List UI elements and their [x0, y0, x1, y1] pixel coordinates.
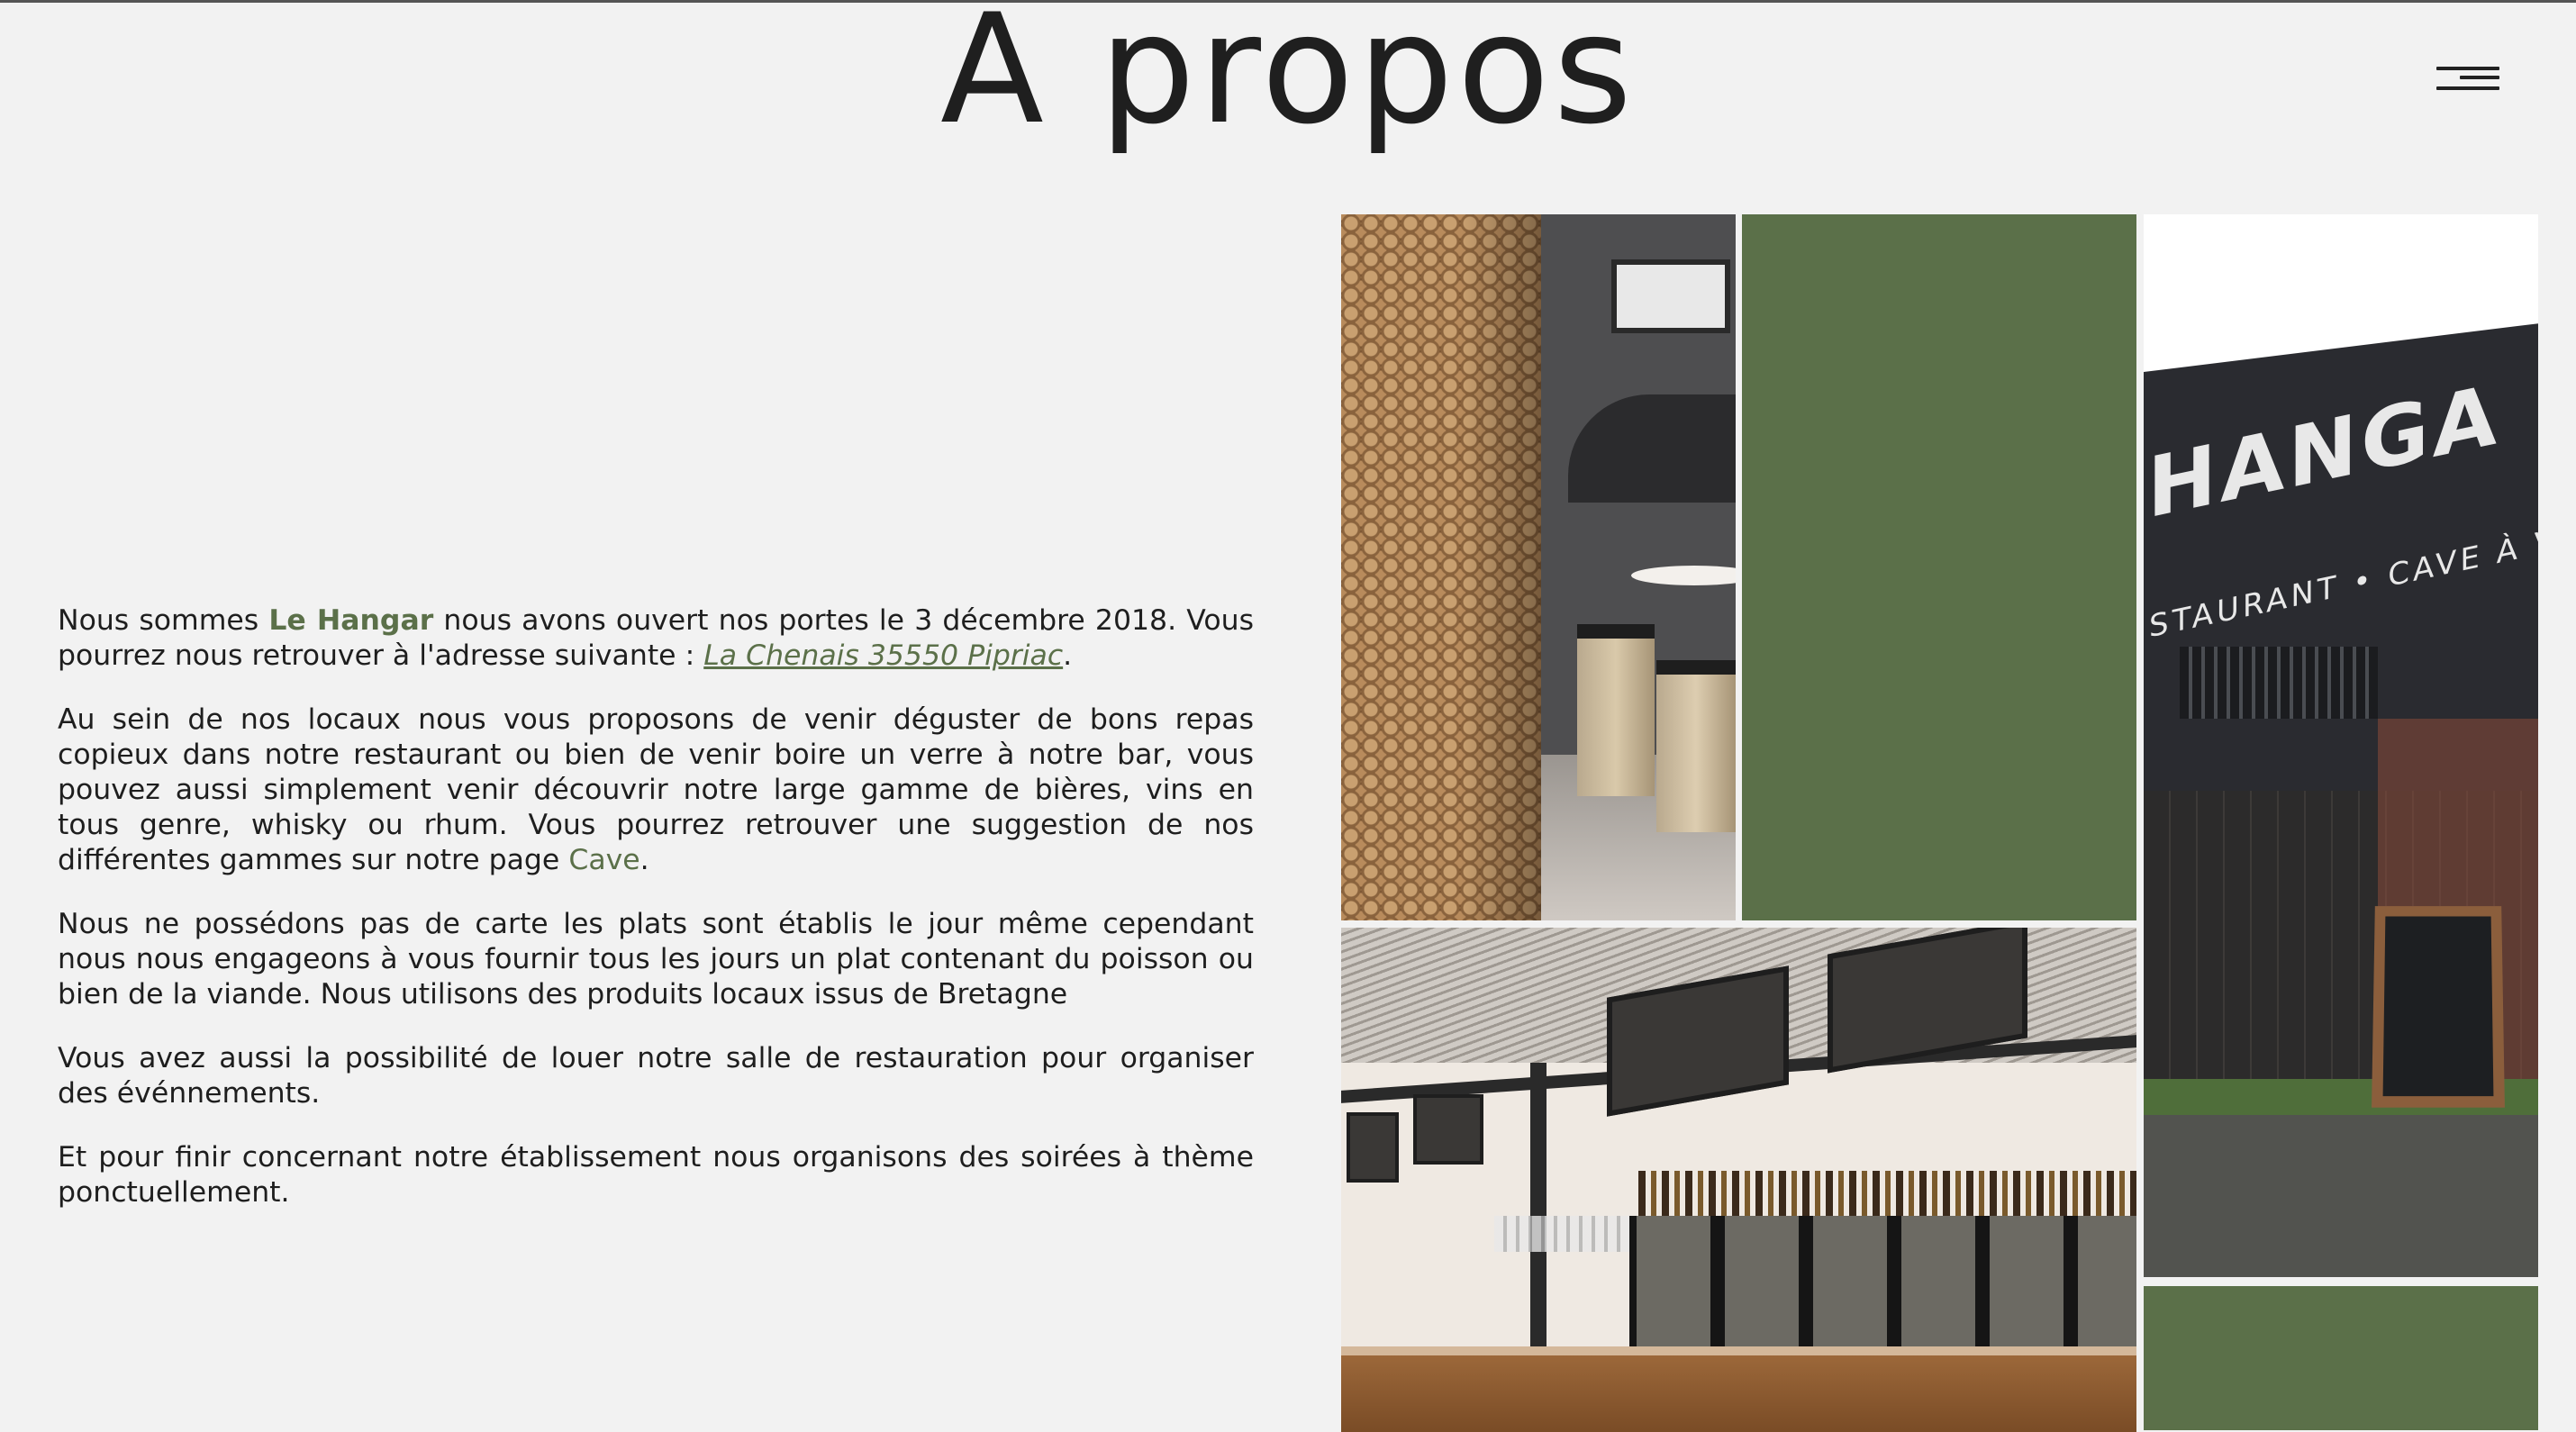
- photo-wood-wall-bar: [1341, 214, 1736, 920]
- barrel-stool: [1577, 624, 1655, 796]
- chalkboard-sign: [2372, 906, 2505, 1108]
- photo-bar-interior: [1341, 928, 2136, 1432]
- about-paragraph-5: Et pour finir concernant notre établisse…: [58, 1141, 1254, 1209]
- hood: [1568, 394, 1736, 503]
- menu-line: [2460, 76, 2499, 79]
- wall-frame: [1347, 1112, 1399, 1183]
- about-paragraph-2: Au sein de nos locaux nous vous proposon…: [58, 702, 1254, 878]
- photo-storefront: HANGA STAURANT • CAVE À V: [2144, 214, 2538, 1277]
- green-block: [1742, 214, 2136, 920]
- cave-link[interactable]: Cave: [568, 844, 639, 876]
- page-title: A propos: [939, 0, 1637, 158]
- green-block-bottom: [2144, 1286, 2538, 1430]
- address-link[interactable]: La Chenais 35550 Pipriac: [703, 639, 1063, 672]
- window: [1611, 259, 1730, 333]
- text-span: .: [639, 844, 649, 876]
- text-span: Au sein de nos locaux nous vous proposon…: [58, 703, 1254, 876]
- brand-name: Le Hangar: [268, 604, 434, 637]
- menu-line: [2436, 86, 2499, 90]
- barrel-stool: [1656, 660, 1736, 832]
- bar-counter: [1341, 1346, 2136, 1432]
- text-span: Nous sommes: [58, 604, 269, 637]
- shade: [1341, 214, 1541, 920]
- wall-frame: [1413, 1094, 1483, 1165]
- bottle-shelf: [1638, 1171, 2136, 1216]
- barred-window: [2180, 647, 2378, 719]
- hamburger-menu-icon[interactable]: [2436, 65, 2505, 97]
- counter-top: [1341, 1346, 2136, 1355]
- text-span: .: [1063, 639, 1073, 672]
- high-table: [1631, 566, 1736, 585]
- menu-line: [2436, 67, 2499, 70]
- about-text: Nous sommes Le Hangar nous avons ouvert …: [58, 603, 1254, 1239]
- about-paragraph-4: Vous avez aussi la possibilité de louer …: [58, 1042, 1254, 1110]
- road: [2144, 1115, 2538, 1277]
- about-paragraph-3: Nous ne possédons pas de carte les plats…: [58, 908, 1254, 1011]
- about-paragraph-1: Nous sommes Le Hangar nous avons ouvert …: [58, 603, 1254, 674]
